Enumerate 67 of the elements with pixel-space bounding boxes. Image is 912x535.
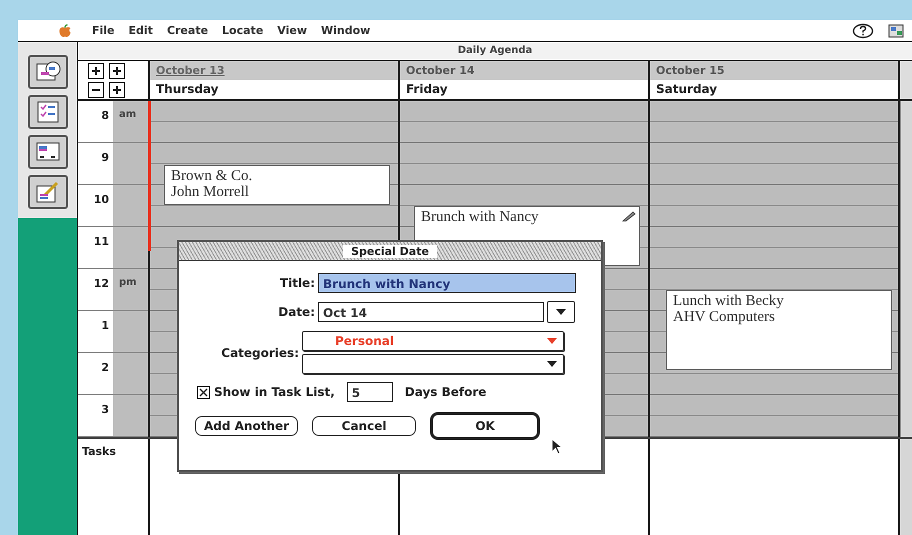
menu-item[interactable]: View — [277, 24, 307, 37]
field-label: Date: — [277, 305, 315, 319]
scrollbar[interactable] — [900, 101, 912, 437]
help-icon[interactable] — [852, 22, 874, 38]
checkbox-label: Show in Task List, — [214, 385, 335, 399]
weekday-label: Thursday — [155, 81, 220, 98]
day-date[interactable]: October 14 — [400, 61, 648, 80]
category-popup[interactable]: Personal — [302, 331, 564, 351]
dialog-title: Special Date — [343, 244, 437, 258]
checkbox[interactable] — [197, 386, 210, 398]
scrollbar[interactable] — [900, 439, 912, 535]
palette-button[interactable] — [28, 95, 68, 129]
caret-icon — [556, 309, 566, 315]
hour-label: 1 — [101, 319, 109, 332]
hour-label: 10 — [94, 193, 109, 206]
menu-item[interactable]: Create — [166, 24, 208, 37]
hour-label: 9 — [101, 151, 109, 164]
appointment-text: Brown & Co. — [171, 168, 252, 184]
appointment-text: John Morrell — [171, 184, 249, 200]
menu-item[interactable]: File — [92, 24, 115, 37]
title-field[interactable]: Brunch with Nancy — [318, 273, 576, 293]
field-label: Days Before — [404, 385, 486, 399]
hour-label: 3 — [101, 403, 109, 416]
hour-label: 8 — [101, 109, 109, 122]
caret-icon — [547, 338, 557, 344]
dialog-button[interactable]: Add Another — [195, 416, 298, 436]
dialog-button[interactable]: Cancel — [312, 416, 416, 436]
application-icon[interactable] — [888, 22, 904, 38]
days-field[interactable]: 5 — [346, 382, 393, 402]
minus-icon[interactable] — [88, 82, 104, 98]
appointment-text: AHV Computers — [673, 309, 775, 325]
palette-button[interactable] — [28, 175, 68, 209]
apple-icon[interactable] — [58, 24, 72, 38]
appointment-card[interactable]: Brown & Co. John Morrell — [164, 165, 390, 205]
plus-icon[interactable] — [109, 82, 125, 98]
palette-button[interactable] — [28, 55, 68, 89]
time-strip — [113, 353, 148, 394]
menu-item[interactable]: Locate — [222, 24, 264, 37]
hour-label: 11 — [94, 235, 109, 248]
appointment-card[interactable]: Lunch with Becky AHV Computers — [666, 290, 892, 370]
field-label: Title: — [278, 276, 315, 290]
dropdown-button[interactable] — [547, 301, 575, 323]
menu-item[interactable]: Window — [321, 24, 370, 37]
category-popup[interactable] — [302, 354, 564, 374]
field-label: Categories: — [220, 346, 299, 360]
hour-label: 2 — [101, 361, 109, 374]
plus-icon[interactable] — [109, 62, 125, 78]
weekday-label: Saturday — [655, 81, 718, 98]
scrollbar[interactable] — [900, 61, 912, 99]
time-strip — [113, 185, 148, 226]
tasks-label: Tasks — [78, 439, 150, 535]
weekday-label: Friday — [405, 81, 449, 98]
appointment-text: Lunch with Becky — [673, 293, 784, 309]
palette-button[interactable] — [28, 135, 68, 169]
window-title: Daily Agenda — [78, 42, 912, 61]
dialog-button[interactable]: OK — [430, 412, 540, 440]
hour-label: 12 — [94, 277, 109, 290]
period-label: am — [119, 109, 136, 120]
day-date[interactable]: October 15 — [650, 61, 898, 80]
period-label: pm — [119, 277, 137, 288]
date-field[interactable]: Oct 14 — [318, 302, 544, 322]
cursor-icon — [551, 438, 563, 455]
plus-icon[interactable] — [88, 62, 104, 78]
caret-icon — [547, 361, 557, 367]
menu-item[interactable]: Edit — [128, 24, 153, 37]
time-strip — [113, 395, 148, 436]
appointment-text: Brunch with Nancy — [421, 209, 538, 225]
